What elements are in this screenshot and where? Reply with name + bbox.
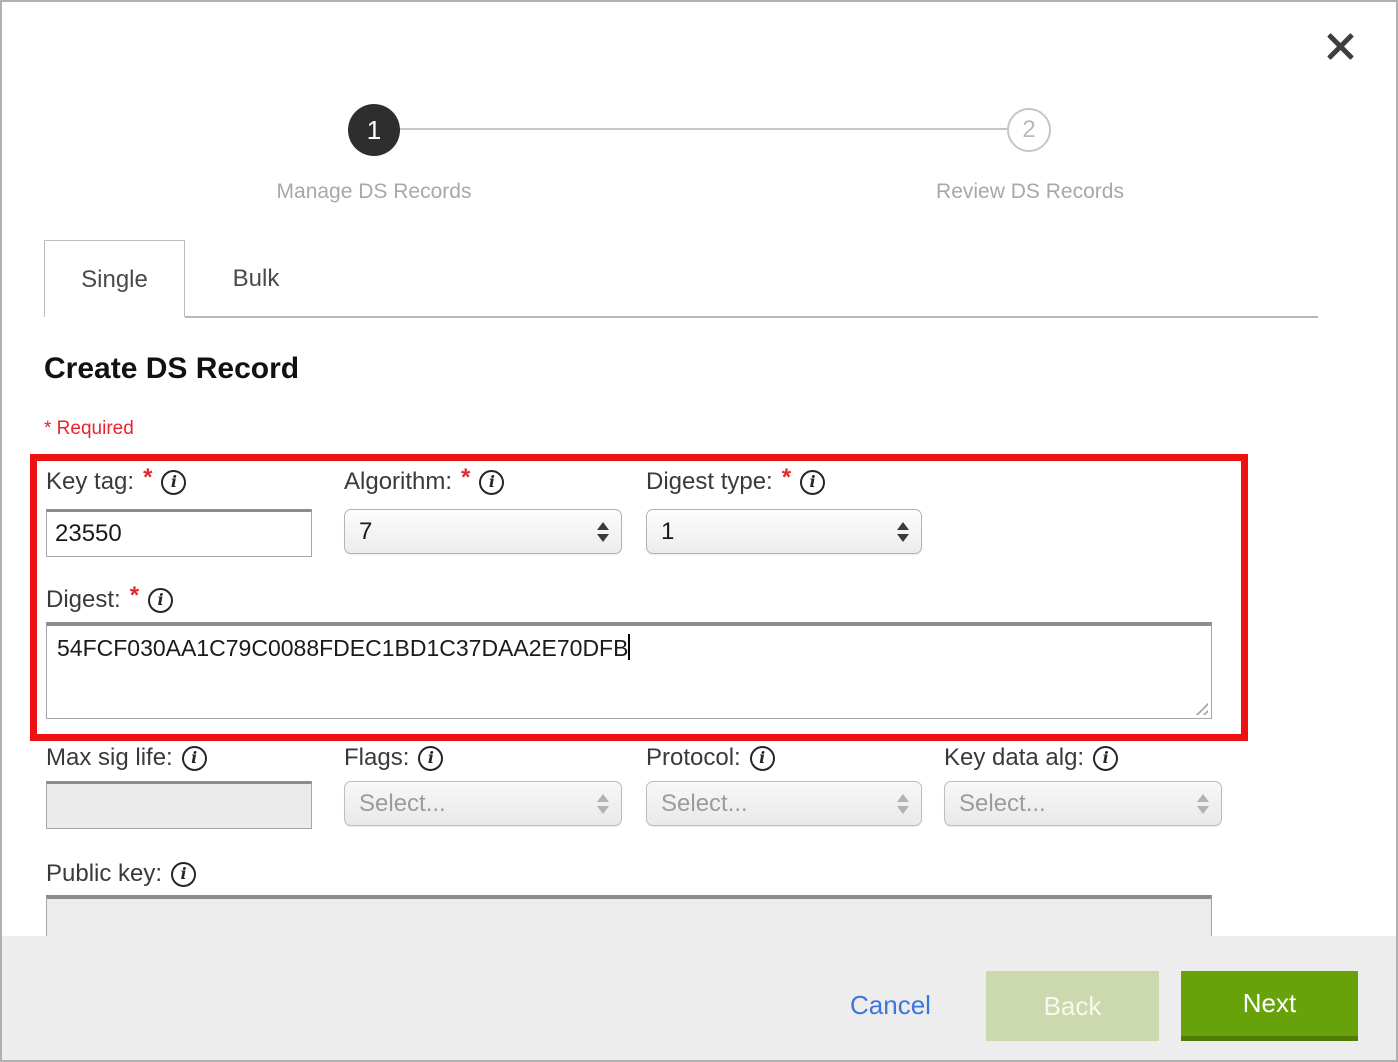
required-asterisk: * — [461, 464, 470, 492]
key-data-alg-select[interactable]: Select... — [944, 781, 1222, 826]
tab-single[interactable]: Single — [44, 240, 185, 317]
digest-type-label: Digest type: — [646, 468, 773, 496]
digest-type-select[interactable]: 1 — [646, 509, 922, 554]
next-button[interactable]: Next — [1181, 971, 1358, 1041]
stepper-step-1-circle: 1 — [348, 104, 400, 156]
info-icon-glyph: i — [1103, 750, 1109, 766]
required-asterisk: * — [143, 464, 152, 492]
required-asterisk: * — [130, 582, 139, 610]
info-icon[interactable]: i — [479, 470, 504, 495]
key-data-alg-label-row: Key data alg: i — [944, 744, 1118, 772]
back-button[interactable]: Back — [986, 971, 1159, 1041]
info-icon-glyph: i — [181, 866, 187, 882]
algorithm-label-row: Algorithm: * i — [344, 468, 504, 496]
info-icon[interactable]: i — [1093, 746, 1118, 771]
flags-select-placeholder: Select... — [359, 790, 597, 818]
key-tag-label-row: Key tag: * i — [46, 468, 186, 496]
info-icon-glyph: i — [158, 592, 164, 608]
info-icon[interactable]: i — [171, 862, 196, 887]
digest-label-row: Digest: * i — [46, 586, 173, 614]
public-key-label-row: Public key: i — [46, 860, 196, 888]
info-icon[interactable]: i — [182, 746, 207, 771]
select-spinner-icon — [897, 522, 909, 542]
info-icon[interactable]: i — [148, 588, 173, 613]
flags-label-row: Flags: i — [344, 744, 443, 772]
tabbar-divider — [185, 316, 1318, 318]
stepper-step-2-label: Review DS Records — [880, 180, 1180, 204]
algorithm-select[interactable]: 7 — [344, 509, 622, 554]
required-asterisk: * — [782, 464, 791, 492]
digest-type-select-value: 1 — [661, 518, 897, 546]
public-key-label: Public key: — [46, 860, 162, 888]
textarea-resize-handle[interactable] — [1193, 700, 1208, 715]
key-tag-input[interactable] — [46, 509, 312, 557]
info-icon-glyph: i — [171, 474, 177, 490]
stepper-connector-line — [399, 128, 1010, 130]
close-icon[interactable] — [1320, 26, 1360, 66]
info-icon[interactable]: i — [750, 746, 775, 771]
key-data-alg-select-placeholder: Select... — [959, 790, 1197, 818]
digest-textarea-value: 54FCF030AA1C79C0088FDEC1BD1C37DAA2E70DFB — [57, 635, 628, 661]
info-icon-glyph: i — [810, 474, 816, 490]
info-icon-glyph: i — [428, 750, 434, 766]
stepper-step-1-label: Manage DS Records — [224, 180, 524, 204]
tab-bulk[interactable]: Bulk — [185, 240, 327, 317]
key-tag-label: Key tag: — [46, 468, 134, 496]
page-title: Create DS Record — [44, 352, 299, 386]
stepper-step-2-circle: 2 — [1007, 108, 1051, 152]
digest-type-label-row: Digest type: * i — [646, 468, 825, 496]
create-ds-record-dialog: 1 2 Manage DS Records Review DS Records … — [0, 0, 1398, 1062]
key-data-alg-label: Key data alg: — [944, 744, 1084, 772]
select-spinner-icon — [897, 794, 909, 814]
info-icon-glyph: i — [759, 750, 765, 766]
digest-label: Digest: — [46, 586, 121, 614]
digest-textarea[interactable]: 54FCF030AA1C79C0088FDEC1BD1C37DAA2E70DFB — [46, 622, 1212, 719]
max-sig-life-label-row: Max sig life: i — [46, 744, 207, 772]
info-icon-glyph: i — [191, 750, 197, 766]
protocol-select-placeholder: Select... — [661, 790, 897, 818]
select-spinner-icon — [597, 794, 609, 814]
info-icon[interactable]: i — [800, 470, 825, 495]
protocol-select[interactable]: Select... — [646, 781, 922, 826]
cancel-button[interactable]: Cancel — [850, 990, 931, 1021]
info-icon-glyph: i — [489, 474, 495, 490]
max-sig-life-label: Max sig life: — [46, 744, 173, 772]
flags-label: Flags: — [344, 744, 409, 772]
select-spinner-icon — [1197, 794, 1209, 814]
protocol-label: Protocol: — [646, 744, 741, 772]
text-cursor — [628, 634, 630, 660]
public-key-textarea[interactable] — [46, 895, 1212, 938]
max-sig-life-input[interactable] — [46, 781, 312, 829]
select-spinner-icon — [597, 522, 609, 542]
protocol-label-row: Protocol: i — [646, 744, 775, 772]
algorithm-label: Algorithm: — [344, 468, 452, 496]
info-icon[interactable]: i — [161, 470, 186, 495]
algorithm-select-value: 7 — [359, 518, 597, 546]
required-note: * Required — [44, 418, 134, 440]
info-icon[interactable]: i — [418, 746, 443, 771]
flags-select[interactable]: Select... — [344, 781, 622, 826]
